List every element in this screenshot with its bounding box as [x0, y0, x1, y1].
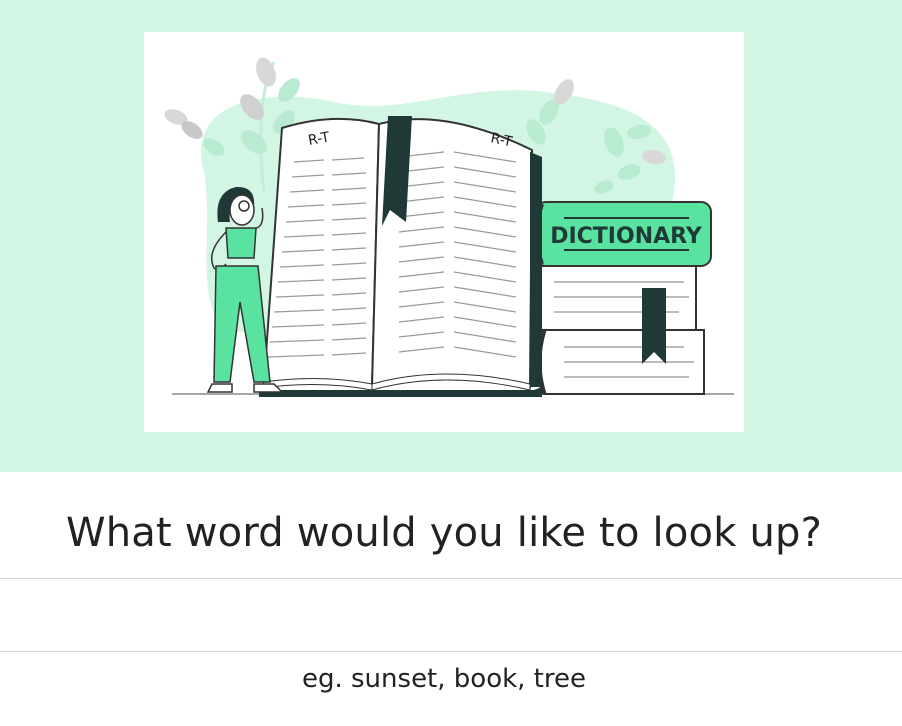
hero-banner: DICTIONARY R-T R-T — [0, 0, 902, 472]
page-title: What word would you like to look up? — [65, 510, 823, 556]
dictionary-cover-title: DICTIONARY — [550, 224, 703, 249]
dictionary-illustration: DICTIONARY R-T R-T — [144, 32, 744, 432]
search-hint: eg. sunset, book, tree — [301, 664, 586, 694]
open-book: R-T R-T — [259, 116, 542, 397]
book-stack: DICTIONARY — [528, 201, 712, 395]
search-input[interactable] — [0, 578, 902, 652]
dictionary-illustration-svg: DICTIONARY R-T R-T — [164, 57, 734, 397]
